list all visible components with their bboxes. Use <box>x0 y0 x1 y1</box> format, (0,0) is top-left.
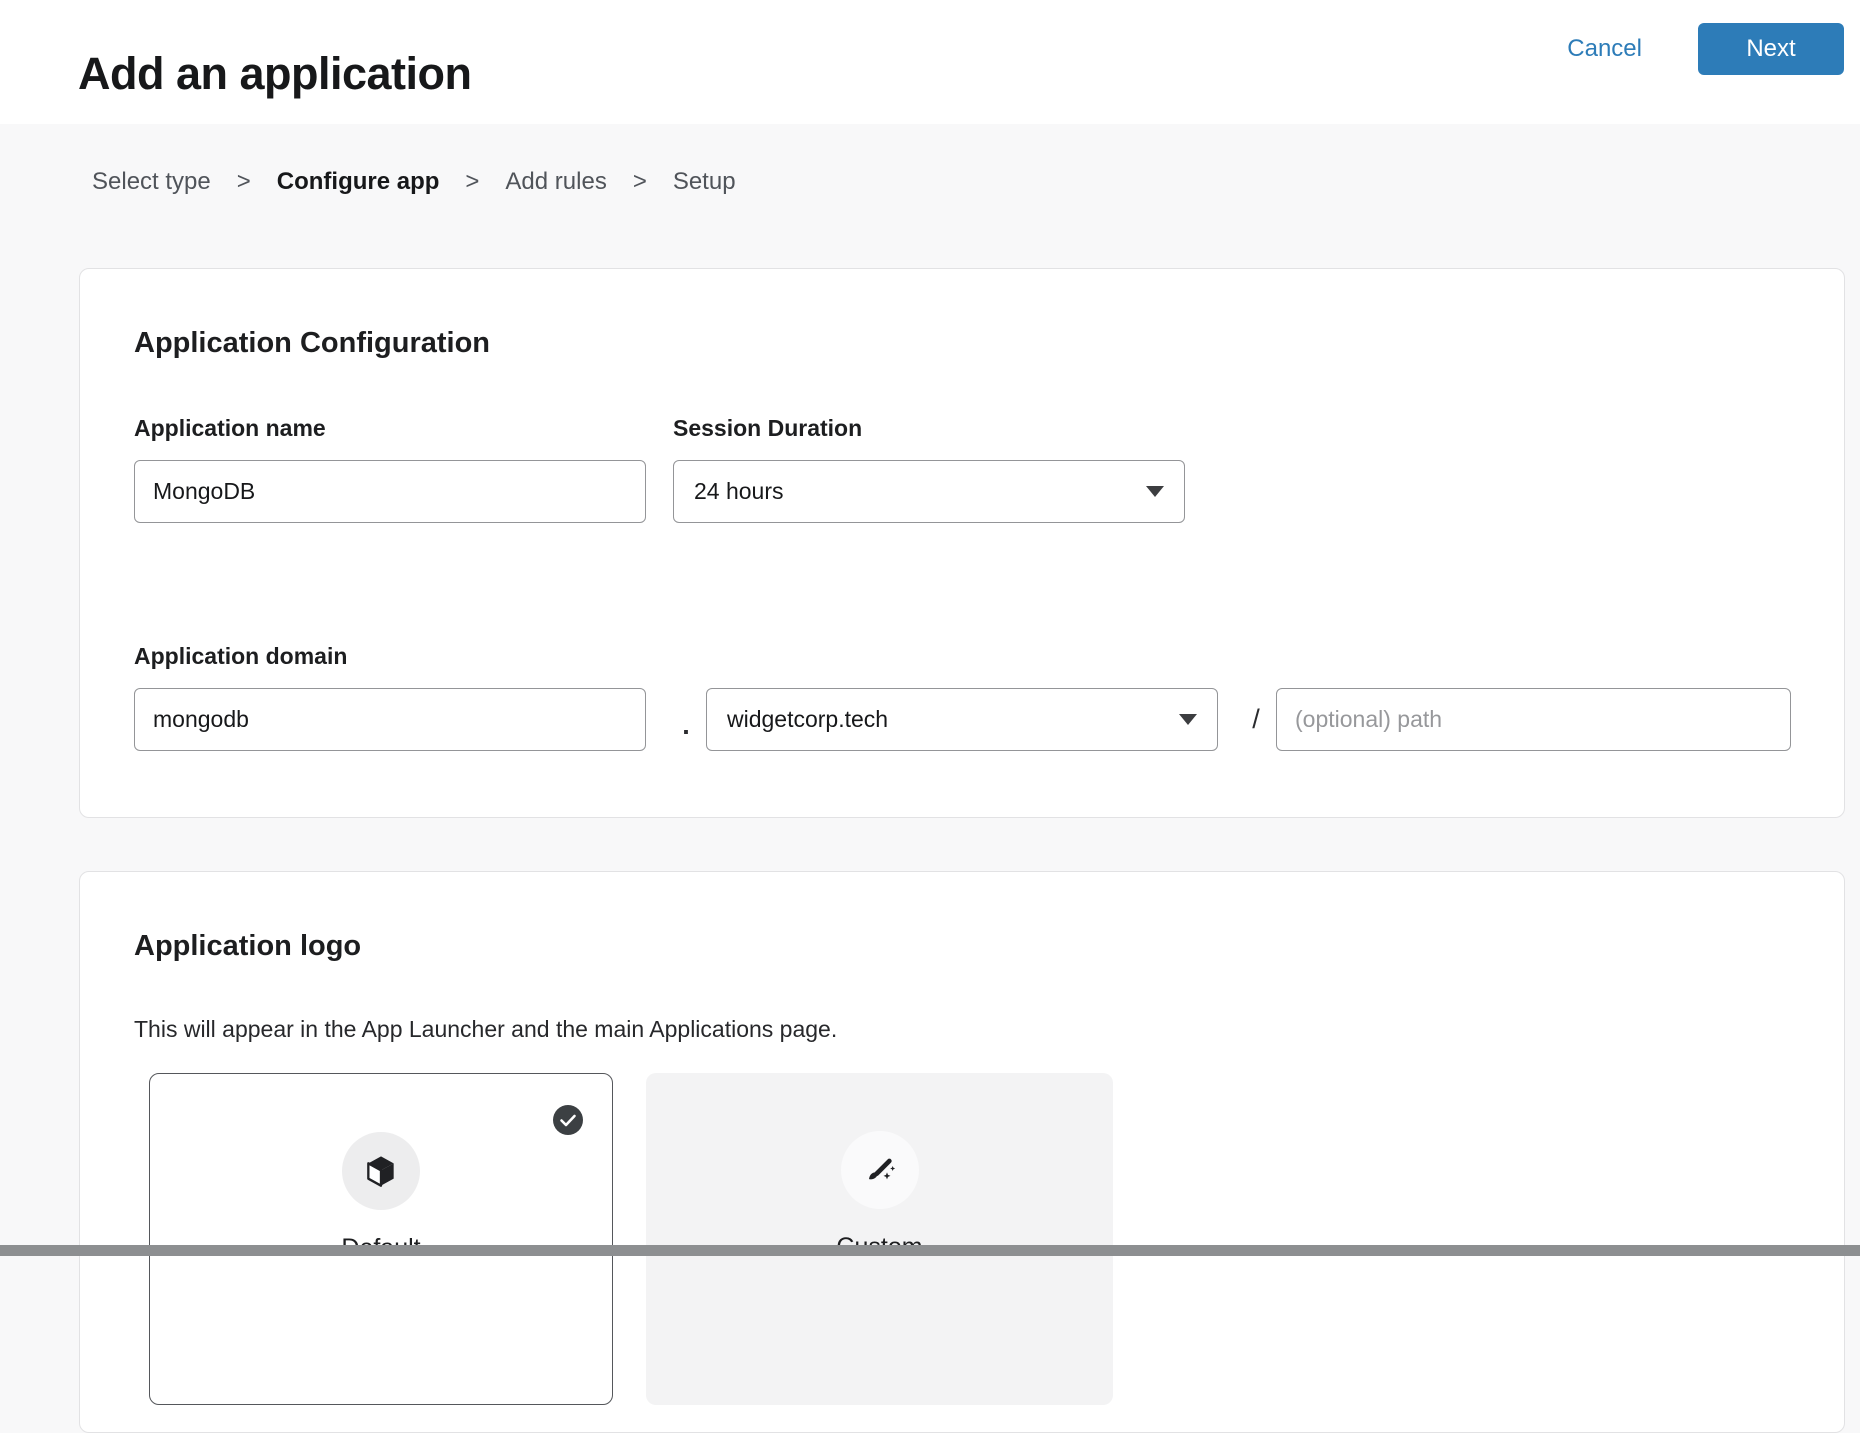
breadcrumb: Select type > Configure app > Add rules … <box>92 168 736 196</box>
application-logo-card: Application logo This will appear in the… <box>79 871 1845 1433</box>
breadcrumb-separator: > <box>237 168 251 196</box>
application-configuration-heading: Application Configuration <box>134 327 490 360</box>
session-duration-value: 24 hours <box>694 478 784 505</box>
application-name-input[interactable] <box>134 460 646 523</box>
top-bar: Add an application Cancel Next <box>0 0 1860 124</box>
logo-option-custom[interactable]: Custom <box>646 1073 1113 1405</box>
cube-icon <box>361 1151 401 1191</box>
breadcrumb-separator: > <box>465 168 479 196</box>
bottom-edge-strip <box>0 1245 1860 1256</box>
paintbrush-icon <box>860 1150 900 1190</box>
application-logo-heading: Application logo <box>134 930 361 963</box>
dot-separator: . <box>670 688 702 751</box>
page-title: Add an application <box>78 48 472 100</box>
application-name-label: Application name <box>134 415 326 442</box>
chevron-down-icon <box>1179 714 1197 725</box>
chevron-down-icon <box>1146 486 1164 497</box>
subdomain-input[interactable] <box>134 688 646 751</box>
next-button[interactable]: Next <box>1698 23 1844 75</box>
breadcrumb-separator: > <box>633 168 647 196</box>
slash-separator: / <box>1238 688 1274 751</box>
application-configuration-card: Application Configuration Application na… <box>79 268 1845 818</box>
step-select-type[interactable]: Select type <box>92 168 211 196</box>
step-setup[interactable]: Setup <box>673 168 736 196</box>
application-domain-label: Application domain <box>134 643 347 670</box>
selected-check-icon <box>553 1105 583 1135</box>
domain-select[interactable]: widgetcorp.tech <box>706 688 1218 751</box>
session-duration-label: Session Duration <box>673 415 862 442</box>
step-add-rules[interactable]: Add rules <box>505 168 606 196</box>
session-duration-select[interactable]: 24 hours <box>673 460 1185 523</box>
cancel-button[interactable]: Cancel <box>1561 34 1648 64</box>
default-logo-circle <box>342 1132 420 1210</box>
custom-logo-circle <box>841 1131 919 1209</box>
step-configure-app[interactable]: Configure app <box>277 168 440 196</box>
application-logo-description: This will appear in the App Launcher and… <box>134 1016 837 1043</box>
logo-option-default[interactable]: Default <box>149 1073 613 1405</box>
domain-value: widgetcorp.tech <box>727 706 888 733</box>
path-input[interactable] <box>1276 688 1791 751</box>
